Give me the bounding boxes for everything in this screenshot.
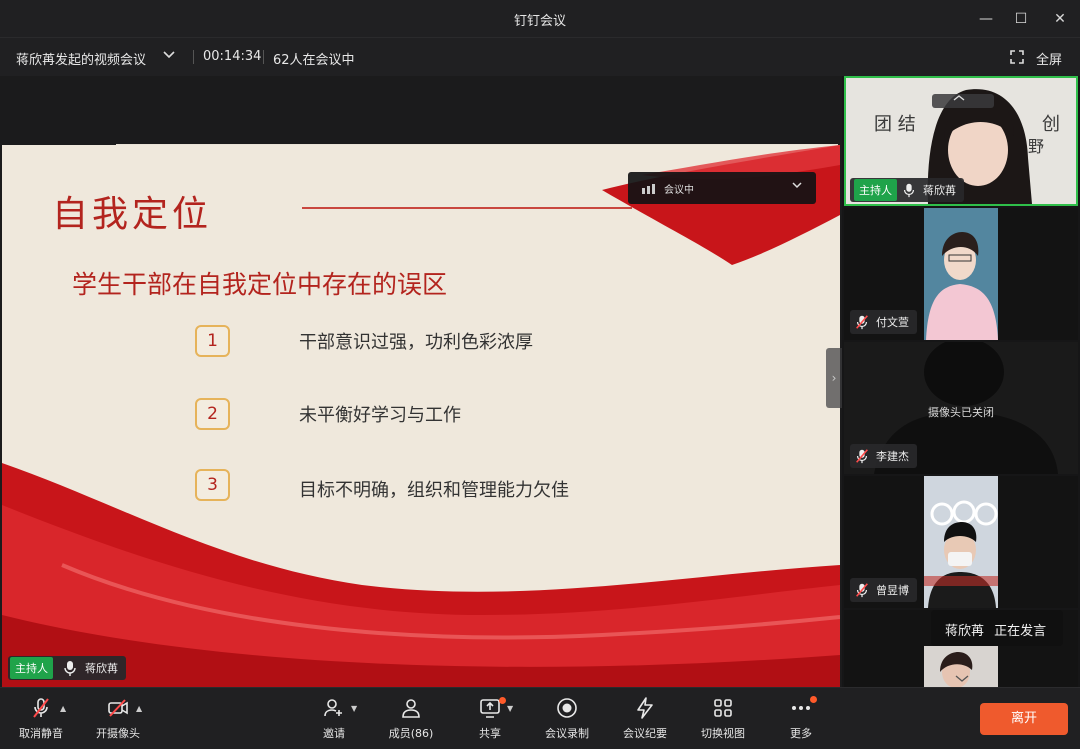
unmute-label: 取消静音 [19, 727, 63, 740]
unmute-button[interactable]: ▲ 取消静音 [6, 696, 76, 741]
participant-tile[interactable]: 曾昱博 [844, 476, 1078, 608]
meeting-status-label: 会议中 [664, 185, 694, 196]
microphone-icon [64, 661, 76, 676]
host-badge: 主持人 [854, 179, 897, 201]
fullscreen-icon[interactable] [1010, 50, 1024, 68]
fullscreen-button[interactable]: 全屏 [1036, 49, 1062, 68]
meeting-info-bar: 蒋欣苒发起的视频会议 00:14:34 62人在会议中 全屏 [0, 38, 1080, 76]
share-button[interactable]: ▼ 共享 [455, 696, 525, 741]
invite-button[interactable]: ▼ 邀请 [299, 696, 369, 741]
svg-text:创: 创 [1042, 114, 1060, 135]
point-text: 未平衡好学习与工作 [299, 405, 461, 426]
minutes-label: 会议纪要 [623, 727, 667, 740]
participant-name: 曾昱博 [876, 584, 909, 597]
shared-slide: 自我定位 学生干部在自我定位中存在的误区 1 干部意识过强，功利色彩浓厚 2 未… [2, 145, 840, 691]
members-button[interactable]: 成员(86) [376, 696, 446, 741]
speaker-name: 蒋欣苒 [85, 662, 118, 675]
more-button[interactable]: 更多 [766, 696, 836, 741]
participant-name-tag: 付文萱 [850, 310, 917, 334]
camera-off-text: 摄像头已关闭 [928, 406, 994, 419]
slide-subtitle: 学生干部在自我定位中存在的误区 [72, 270, 448, 299]
members-icon [402, 699, 420, 718]
record-button[interactable]: 会议录制 [532, 696, 602, 741]
meeting-name[interactable]: 蒋欣苒发起的视频会议 [16, 49, 146, 68]
share-label: 共享 [479, 727, 501, 740]
svg-text:团 结: 团 结 [874, 114, 916, 135]
slide-title: 自我定位 [52, 194, 213, 235]
participant-name: 李建杰 [876, 450, 909, 463]
lightning-icon [637, 697, 653, 719]
record-label: 会议录制 [545, 727, 589, 740]
participant-name: 付文萱 [876, 316, 909, 329]
stage-speaker-tag: 主持人 蒋欣苒 [8, 656, 126, 680]
participant-name-tag: 曾昱博 [850, 578, 917, 602]
speaking-status: 正在发言 [994, 624, 1047, 639]
add-user-icon [324, 699, 342, 717]
camera-button[interactable]: ▲ 开摄像头 [83, 696, 153, 741]
more-label: 更多 [790, 727, 812, 740]
meeting-status-dropdown[interactable]: 会议中 [628, 172, 816, 204]
window-title: 钉钉会议 [513, 14, 566, 29]
participant-tile-host[interactable]: 团 结 创 野 主持人 蒋欣苒 [844, 76, 1078, 206]
microphone-icon [903, 183, 915, 198]
participant-count[interactable]: 62人在会议中 [273, 49, 355, 68]
host-badge: 主持人 [10, 657, 53, 679]
point-number: 2 [195, 398, 230, 430]
main-stage: 自我定位 学生干部在自我定位中存在的误区 1 干部意识过强，功利色彩浓厚 2 未… [0, 76, 842, 691]
participant-tile[interactable]: 摄像头已关闭 李建杰 [844, 342, 1078, 474]
svg-text:野: 野 [1028, 137, 1044, 156]
leave-button[interactable]: 离开 [980, 703, 1068, 735]
chevron-down-icon [790, 178, 804, 196]
minutes-button[interactable]: 会议纪要 [610, 696, 680, 741]
point-text: 目标不明确，组织和管理能力欠佳 [299, 480, 569, 501]
switch-view-button[interactable]: 切换视图 [688, 696, 758, 741]
grid-view-icon [714, 699, 732, 717]
record-icon [557, 698, 577, 718]
notification-dot [499, 697, 506, 704]
members-label: 成员(86) [388, 727, 434, 740]
minimize-button[interactable]: — [975, 8, 997, 30]
microphone-muted-icon [856, 449, 868, 464]
switch-view-label: 切换视图 [701, 727, 745, 740]
point-number: 1 [195, 325, 230, 357]
microphone-muted-icon [856, 315, 868, 330]
bottom-toolbar: ▲ 取消静音 ▲ 开摄像头 ▼ 邀请 成员(86) ▼ 共享 会议录制 会议纪要… [0, 687, 1080, 749]
maximize-button[interactable]: ☐ [1010, 8, 1032, 30]
slide-title-rule [302, 207, 632, 209]
participant-tile[interactable]: 付文萱 [844, 208, 1078, 340]
microphone-muted-icon [33, 698, 49, 718]
collapse-panel-arrow-icon[interactable]: › [826, 348, 842, 408]
meeting-duration: 00:14:34 [203, 49, 262, 64]
microphone-muted-icon [856, 583, 868, 598]
title-bar: 钉钉会议 — ☐ ✕ [0, 0, 1080, 38]
speaking-indicator: 蒋欣苒 正在发言 [931, 610, 1063, 646]
chevron-down-icon[interactable] [162, 49, 176, 63]
point-text: 干部意识过强，功利色彩浓厚 [299, 332, 533, 353]
camera-label: 开摄像头 [96, 727, 140, 740]
invite-label: 邀请 [323, 727, 345, 740]
participant-name: 蒋欣苒 [923, 184, 956, 197]
point-number: 3 [195, 469, 230, 501]
notification-dot [810, 696, 817, 703]
camera-off-icon [108, 699, 128, 717]
close-button[interactable]: ✕ [1049, 8, 1071, 30]
speaker-name: 蒋欣苒 [945, 624, 985, 639]
participant-name-tag: 主持人 蒋欣苒 [850, 178, 964, 202]
signal-icon [642, 184, 655, 194]
participant-name-tag: 李建杰 [850, 444, 917, 468]
